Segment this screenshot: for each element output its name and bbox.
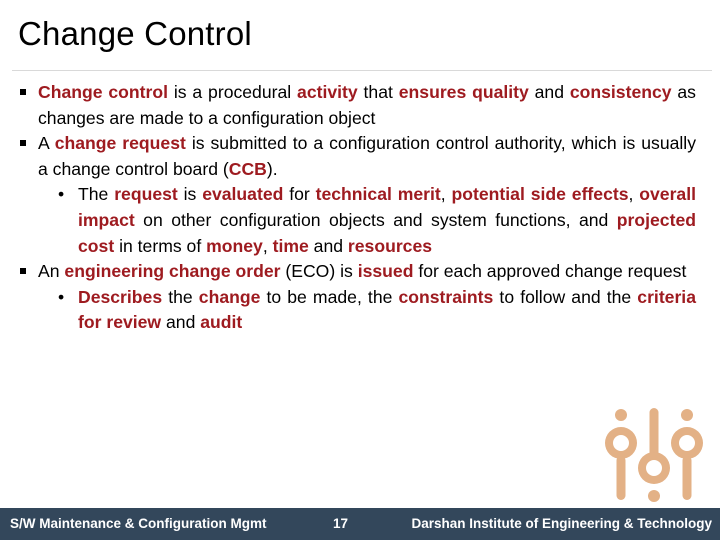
bullet-item-level1: Change control is a procedural activity … — [0, 80, 720, 131]
emphasized-term: ensures quality — [398, 82, 529, 102]
plain-text: and — [308, 235, 348, 256]
emphasized-term: engineering change order — [64, 261, 281, 282]
bullet-text: Change control is a procedural activity … — [38, 82, 696, 128]
emphasized-term: money — [206, 235, 263, 256]
emphasized-term: time — [272, 235, 309, 256]
bullet-text: Describes the change to be made, the con… — [78, 287, 696, 333]
emphasized-term: constraints — [398, 286, 494, 307]
plain-text: , — [628, 184, 640, 205]
plain-text: ). — [266, 158, 278, 179]
plain-text: An — [38, 261, 65, 282]
emphasized-term: potential side effects — [451, 184, 629, 205]
emphasized-term: consistency — [569, 82, 672, 102]
bullet-item-level2: • Describes the change to be made, the co… — [0, 285, 720, 336]
bullet-text: A change request is submitted to a confi… — [38, 133, 696, 179]
emphasized-term: issued — [357, 261, 414, 282]
plain-text: , — [440, 184, 452, 205]
emphasized-term: change — [198, 286, 261, 307]
plain-text: to be made, the — [260, 286, 399, 307]
plain-text: and — [528, 82, 570, 102]
plain-text: that — [357, 82, 399, 102]
emphasized-term: audit — [200, 312, 243, 333]
round-bullet-icon: • — [58, 286, 65, 307]
plain-text: A — [38, 133, 55, 154]
emphasized-term: Describes — [78, 286, 163, 307]
emphasized-term: request — [114, 184, 178, 205]
slide-footer: S/W Maintenance & Configuration Mgmt 17 … — [0, 508, 720, 540]
plain-text: for — [283, 184, 316, 205]
bullet-item-level1: An engineering change order (ECO) is iss… — [0, 259, 720, 285]
square-bullet-icon — [20, 140, 26, 147]
plain-text: to follow and the — [493, 286, 638, 307]
bullet-item-level2: • The request is evaluated for technical … — [0, 182, 720, 259]
emphasized-term: evaluated — [202, 184, 284, 205]
plain-text: , — [262, 235, 273, 256]
emphasized-term: change request — [54, 133, 186, 154]
plain-text: in terms of — [114, 235, 207, 256]
plain-text: for each approved change request — [413, 261, 687, 282]
footer-course-title: S/W Maintenance & Configuration Mgmt — [10, 516, 267, 531]
emphasized-term: CCB — [228, 158, 267, 179]
square-bullet-icon — [20, 89, 26, 95]
plain-text: (ECO) is — [280, 261, 358, 282]
emphasized-term: Change control — [38, 82, 168, 102]
plain-text: is — [177, 184, 203, 205]
plain-text: on other configuration objects and syste… — [134, 209, 617, 230]
bullet-text: An engineering change order (ECO) is iss… — [38, 261, 686, 281]
emphasized-term: resources — [347, 235, 433, 256]
bullet-item-level1: A change request is submitted to a confi… — [0, 131, 720, 182]
title-divider — [12, 70, 712, 71]
slide: Change Control Change control is a proce… — [0, 0, 720, 540]
institute-logo-watermark — [605, 408, 703, 502]
footer-institute-name: Darshan Institute of Engineering & Techn… — [411, 516, 712, 531]
plain-text: is a procedural — [168, 82, 298, 102]
bullet-text: The request is evaluated for technical m… — [78, 184, 696, 255]
emphasized-term: activity — [297, 82, 358, 102]
emphasized-term: technical merit — [315, 184, 441, 205]
round-bullet-icon: • — [58, 184, 65, 205]
title-area: Change Control — [0, 14, 720, 66]
page-title: Change Control — [18, 15, 252, 52]
square-bullet-icon — [20, 268, 26, 275]
footer-page-number: 17 — [333, 516, 349, 531]
plain-text: and — [161, 312, 201, 333]
plain-text: the — [162, 286, 199, 307]
slide-body: Change control is a procedural activity … — [0, 80, 720, 336]
plain-text: The — [78, 184, 115, 205]
